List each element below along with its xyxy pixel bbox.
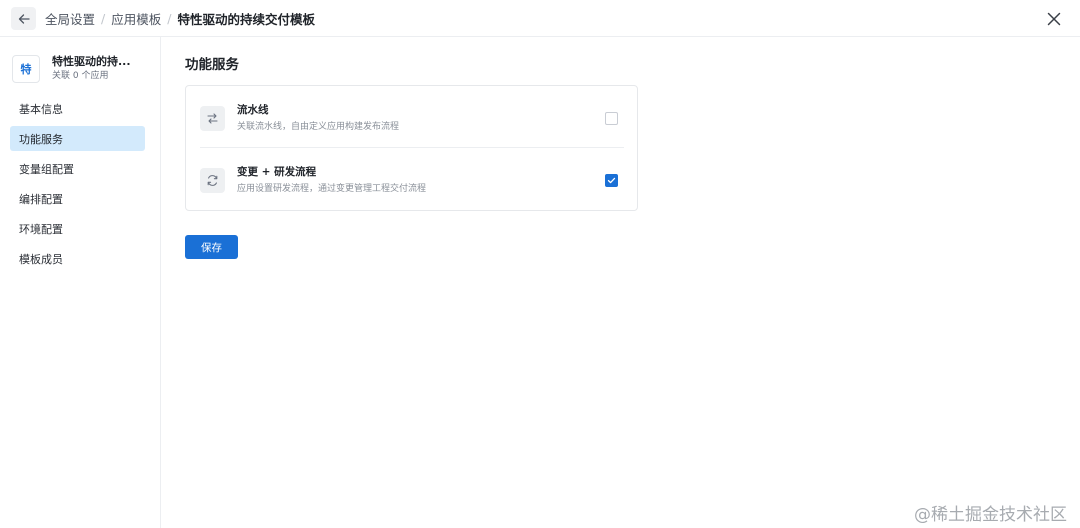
sidebar: 特 特性驱动的持... 关联 0 个应用 基本信息 功能服务 变量组配置 编排配…	[0, 37, 161, 528]
breadcrumb-current-template: 特性驱动的持续交付模板	[177, 12, 315, 27]
pipeline-checkbox[interactable]	[605, 111, 618, 125]
save-button[interactable]: 保存	[185, 235, 238, 259]
service-description: 应用设置研发流程，通过变更管理工程交付流程	[237, 183, 427, 194]
sidebar-item-template-members[interactable]: 模板成员	[10, 246, 145, 271]
sidebar-item-basic-info[interactable]: 基本信息	[10, 96, 145, 121]
service-text: 流水线 关联流水线，自由定义应用构建发布流程	[237, 103, 605, 134]
app-avatar: 特	[12, 55, 40, 83]
service-description: 关联流水线，自由定义应用构建发布流程	[237, 121, 400, 132]
watermark: @稀土掘金技术社区	[914, 505, 1067, 525]
arrow-left-icon	[18, 13, 30, 24]
sidebar-item-orchestration[interactable]: 编排配置	[10, 186, 145, 211]
check-icon	[607, 177, 616, 183]
page-title: 功能服务	[185, 57, 239, 73]
workflow-checkbox[interactable]	[605, 173, 618, 187]
app-info: 特性驱动的持... 关联 0 个应用	[52, 55, 131, 83]
service-row-pipeline: 流水线 关联流水线，自由定义应用构建发布流程	[200, 98, 624, 138]
close-button[interactable]	[1044, 9, 1063, 28]
main-content: 功能服务 流水线 关联流水线，自由定义应用构建发布流程 变更 + 研发流程 应用…	[161, 37, 1080, 528]
sidebar-nav: 基本信息 功能服务 变量组配置 编排配置 环境配置 模板成员	[10, 96, 145, 276]
divider	[200, 147, 624, 148]
app-summary-card: 特 特性驱动的持... 关联 0 个应用	[12, 53, 152, 85]
pipeline-icon	[200, 105, 225, 131]
app-linked-count: 关联 0 个应用	[52, 71, 109, 81]
workflow-icon	[200, 167, 225, 193]
breadcrumb-separator: /	[167, 11, 172, 26]
breadcrumb-separator: /	[101, 11, 106, 26]
service-title: 流水线	[237, 103, 269, 116]
sidebar-item-variable-groups[interactable]: 变量组配置	[10, 156, 145, 181]
app-name: 特性驱动的持...	[52, 55, 131, 68]
breadcrumb-app-templates[interactable]: 应用模板	[111, 9, 161, 28]
app-root: 全局设置 / 应用模板 / 特性驱动的持续交付模板 特 特性驱动的持... 关联…	[0, 0, 1080, 528]
services-card: 流水线 关联流水线，自由定义应用构建发布流程 变更 + 研发流程 应用设置研发流…	[185, 85, 638, 211]
service-title: 变更 + 研发流程	[237, 165, 317, 178]
service-row-workflow: 变更 + 研发流程 应用设置研发流程，通过变更管理工程交付流程	[200, 160, 624, 200]
breadcrumb: 全局设置 / 应用模板 / 特性驱动的持续交付模板	[45, 0, 315, 37]
sidebar-item-feature-services[interactable]: 功能服务	[10, 126, 145, 151]
header: 全局设置 / 应用模板 / 特性驱动的持续交付模板	[0, 0, 1080, 37]
close-icon	[1047, 12, 1060, 25]
breadcrumb-global-settings[interactable]: 全局设置	[45, 9, 95, 28]
service-text: 变更 + 研发流程 应用设置研发流程，通过变更管理工程交付流程	[237, 165, 605, 196]
sidebar-item-environments[interactable]: 环境配置	[10, 216, 145, 241]
back-button[interactable]	[11, 7, 36, 30]
